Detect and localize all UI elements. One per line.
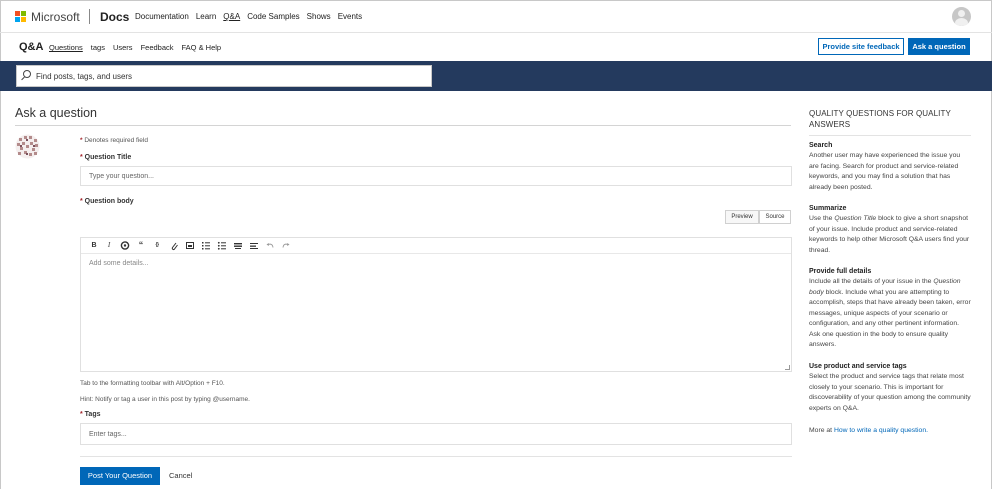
heading-icon[interactable] xyxy=(233,240,243,251)
question-title-input[interactable] xyxy=(80,166,792,186)
page-title: Ask a question xyxy=(15,106,97,120)
tip-text: Use the Question Title block to give a s… xyxy=(809,215,970,254)
undo-icon[interactable] xyxy=(265,240,275,251)
editor-placeholder: Add some details... xyxy=(89,260,149,267)
form-footer-divider xyxy=(80,456,792,457)
search-input[interactable] xyxy=(36,69,416,84)
resize-handle[interactable] xyxy=(785,365,790,370)
top-nav: Documentation Learn Q&A Code Samples Sho… xyxy=(135,12,369,21)
unordered-list-icon[interactable] xyxy=(217,240,227,251)
title-divider xyxy=(15,125,791,126)
question-body-label: * Question body xyxy=(80,198,134,205)
nav-qa[interactable]: Q&A xyxy=(223,12,240,21)
header-divider xyxy=(89,9,90,24)
cancel-button[interactable]: Cancel xyxy=(169,471,192,480)
tip-text: Select the product and service tags that… xyxy=(809,373,971,412)
ask-question-button[interactable]: Ask a question xyxy=(908,38,970,55)
user-avatar xyxy=(15,134,40,159)
nav-shows[interactable]: Shows xyxy=(307,12,331,21)
question-body-editor[interactable]: B I “ {} Add some details... xyxy=(80,237,792,372)
user-profile-icon[interactable] xyxy=(952,7,971,26)
required-field-note: * Denotes required field xyxy=(80,137,148,144)
bold-button[interactable]: B xyxy=(89,240,99,251)
search-band xyxy=(0,61,992,91)
subnav-feedback[interactable]: Feedback xyxy=(141,43,174,52)
image-icon[interactable] xyxy=(185,240,195,251)
microsoft-logo-icon[interactable] xyxy=(15,11,26,22)
code-icon[interactable]: {} xyxy=(152,240,162,251)
product-name[interactable]: Docs xyxy=(100,10,129,24)
italic-button[interactable]: I xyxy=(104,240,114,251)
ordered-list-icon[interactable] xyxy=(201,240,211,251)
quality-tips-sidebar: QUALITY QUESTIONS FOR QUALITY ANSWERS xyxy=(809,108,971,136)
nav-events[interactable]: Events xyxy=(338,12,362,21)
post-question-button[interactable]: Post Your Question xyxy=(80,467,160,485)
sidebar-title: QUALITY QUESTIONS FOR QUALITY ANSWERS xyxy=(809,109,951,129)
notify-hint: Hint: Notify or tag a user in this post … xyxy=(80,396,250,403)
tip-tags: Use product and service tags Select the … xyxy=(809,362,971,414)
subnav-questions[interactable]: Questions xyxy=(49,43,83,52)
more-info: More at How to write a quality question. xyxy=(809,427,929,434)
nav-learn[interactable]: Learn xyxy=(196,12,216,21)
subnav-links: Questions tags Users Feedback FAQ & Help xyxy=(49,43,229,52)
tags-input[interactable] xyxy=(80,423,792,445)
nav-code-samples[interactable]: Code Samples xyxy=(247,12,299,21)
formatting-toolbar: B I “ {} xyxy=(81,238,791,254)
attach-icon[interactable] xyxy=(169,240,179,251)
search-box[interactable] xyxy=(16,65,432,87)
redo-icon[interactable] xyxy=(281,240,291,251)
tab-preview[interactable]: Preview xyxy=(725,210,759,224)
tip-text: Include all the details of your issue in… xyxy=(809,278,971,348)
blockquote-icon[interactable]: “ xyxy=(136,240,146,251)
brand-name[interactable]: Microsoft xyxy=(31,10,80,24)
tab-source[interactable]: Source xyxy=(759,210,791,224)
hr-icon[interactable] xyxy=(249,240,259,251)
tip-full-details: Provide full details Include all the det… xyxy=(809,267,971,351)
tip-heading: Search xyxy=(809,142,833,149)
question-title-label: * Question Title xyxy=(80,154,132,161)
tip-text: Another user may have experienced the is… xyxy=(809,152,961,191)
subnav-tags[interactable]: tags xyxy=(91,43,105,52)
qa-home-link[interactable]: Q&A xyxy=(19,41,43,53)
search-icon xyxy=(23,70,31,78)
subnav-faq-help[interactable]: FAQ & Help xyxy=(182,43,222,52)
tip-heading: Summarize xyxy=(809,205,847,212)
sidebar-divider xyxy=(809,135,971,136)
quality-question-link[interactable]: How to write a quality question. xyxy=(834,427,928,434)
tip-heading: Provide full details xyxy=(809,268,872,275)
tip-search: Search Another user may have experienced… xyxy=(809,141,971,193)
tip-heading: Use product and service tags xyxy=(809,363,907,370)
top-header: Microsoft Docs Documentation Learn Q&A C… xyxy=(0,0,992,33)
subnav-users[interactable]: Users xyxy=(113,43,133,52)
toolbar-hint: Tab to the formatting toolbar with Alt/O… xyxy=(80,380,225,387)
tags-label: * Tags xyxy=(80,411,101,418)
provide-site-feedback-button[interactable]: Provide site feedback xyxy=(818,38,904,55)
link-icon[interactable] xyxy=(120,240,130,251)
nav-documentation[interactable]: Documentation xyxy=(135,12,189,21)
tip-summarize: Summarize Use the Question Title block t… xyxy=(809,204,971,256)
